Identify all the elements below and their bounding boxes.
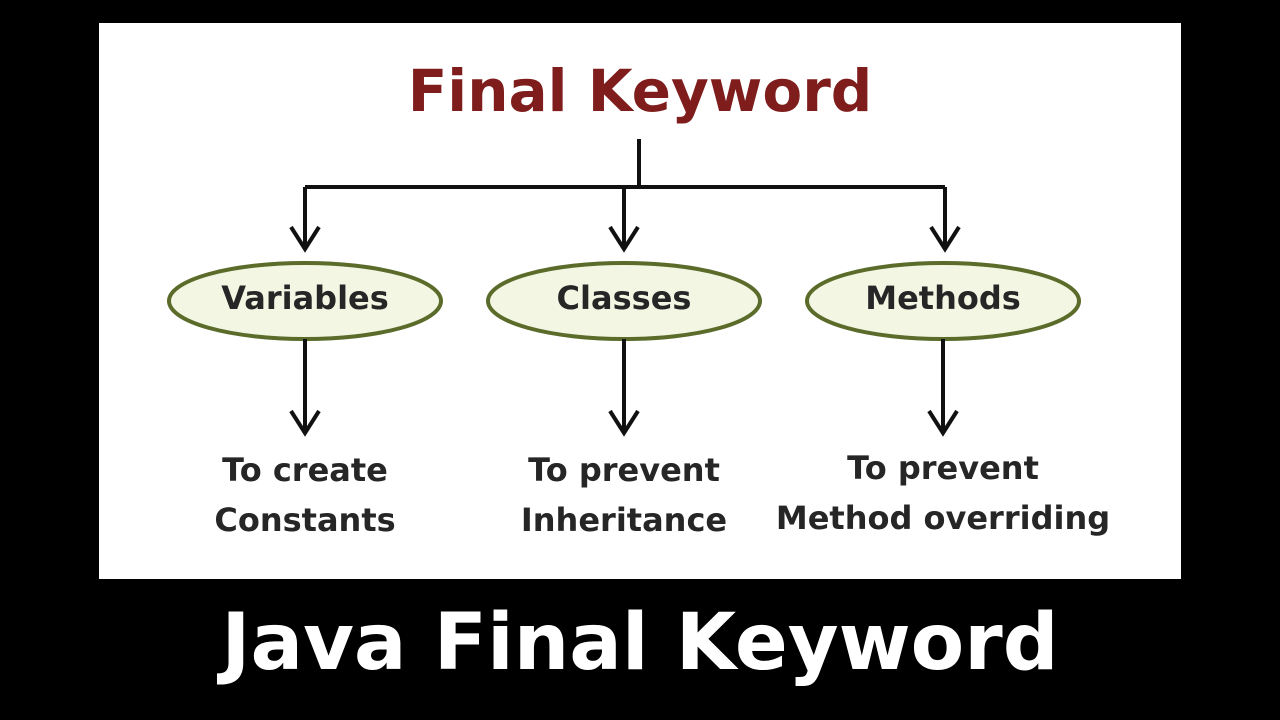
outcome-variables-line2: Constants xyxy=(214,501,396,539)
outcome-classes: To prevent Inheritance xyxy=(444,445,804,545)
node-label-variables: Variables xyxy=(221,279,389,317)
outcome-classes-line1: To prevent xyxy=(528,451,720,489)
outcome-variables: To create Constants xyxy=(125,445,485,545)
outcome-methods: To prevent Method overriding xyxy=(763,443,1123,543)
node-label-classes: Classes xyxy=(556,279,692,317)
outcome-variables-line1: To create xyxy=(222,451,388,489)
video-caption: Java Final Keyword xyxy=(221,598,1059,688)
outcome-classes-line2: Inheritance xyxy=(520,501,728,539)
diagram-panel: Final Keyword Variables Classes Methods … xyxy=(99,23,1181,579)
outcome-methods-line1: To prevent xyxy=(847,449,1039,487)
node-label-methods: Methods xyxy=(865,279,1021,317)
diagram-title: Final Keyword xyxy=(407,57,873,125)
outcome-methods-line2: Method overriding xyxy=(775,499,1111,537)
